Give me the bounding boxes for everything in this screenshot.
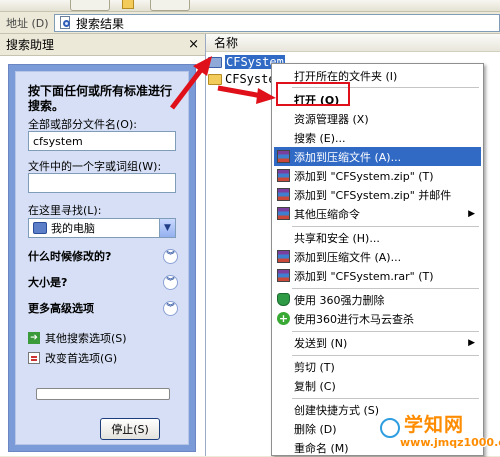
section-label: 大小是?: [28, 276, 68, 289]
toolbar: [0, 0, 500, 12]
winrar-icon: [277, 188, 290, 201]
change-preferences-link[interactable]: 改变首选项(G): [28, 350, 117, 366]
address-bar: 地址 (D) 搜索结果: [0, 12, 500, 34]
winrar-icon: [277, 150, 290, 163]
stop-button[interactable]: 停止(S): [100, 418, 160, 440]
menu-item-cut[interactable]: 剪切 (T): [274, 357, 481, 376]
menu-item-label: 添加到压缩文件 (A)...: [294, 250, 402, 264]
menu-item-label: 剪切 (T): [294, 360, 335, 374]
annotation-highlight-box: [276, 82, 350, 106]
watermark-logo-text: 学知网: [404, 414, 465, 436]
watermark-url: www.jmqz1000.com: [400, 436, 500, 449]
menu-item-label: 共享和安全 (H)...: [294, 231, 380, 245]
menu-item-send-to[interactable]: 发送到 (N) ▶: [274, 333, 481, 352]
winrar-icon: [277, 269, 290, 282]
menu-item-label: 复制 (C): [294, 379, 336, 393]
address-field[interactable]: 搜索结果: [54, 14, 500, 32]
pane-title: 搜索助理: [6, 38, 55, 52]
winrar-icon: [277, 169, 290, 182]
other-search-options-link[interactable]: ➔ 其他搜索选项(S): [28, 330, 127, 346]
section-advanced[interactable]: 更多高级选项 ︾: [28, 299, 178, 317]
submenu-arrow-icon: ▶: [468, 208, 475, 219]
look-in-label: 在这里寻找(L):: [28, 204, 102, 217]
folder-icon: [208, 73, 222, 85]
menu-item-add-to-rar[interactable]: 添加到 "CFSystem.rar" (T): [274, 266, 481, 285]
menu-item-search[interactable]: 搜索 (E)...: [274, 128, 481, 147]
section-label: 什么时候修改的?: [28, 250, 112, 263]
expand-chevron-icon[interactable]: ︾: [163, 248, 178, 264]
toolbar-button[interactable]: [70, 0, 110, 11]
plus-icon: +: [277, 312, 290, 325]
computer-icon: [33, 222, 47, 234]
menu-item-other-compress-commands[interactable]: 其他压缩命令 ▶: [274, 204, 481, 223]
menu-item-label: 发送到 (N): [294, 336, 348, 350]
address-text: 搜索结果: [76, 16, 125, 31]
menu-item-label: 创建快捷方式 (S): [294, 403, 380, 417]
menu-item-label: 删除 (D): [294, 422, 337, 436]
menu-item-label: 添加到压缩文件 (A)...: [294, 150, 402, 164]
menu-item-360-force-delete[interactable]: 使用 360强力删除: [274, 290, 481, 309]
expand-chevron-icon[interactable]: ︾: [163, 274, 178, 290]
column-label: 名称: [214, 36, 239, 50]
menu-item-add-to-zip-and-email[interactable]: 添加到 "CFSystem.zip" 并邮件: [274, 185, 481, 204]
section-label: 更多高级选项: [28, 302, 94, 315]
menu-item-label: 添加到 "CFSystem.zip" 并邮件: [294, 188, 452, 202]
link-label: 其他搜索选项(S): [45, 332, 127, 345]
menu-separator: [292, 355, 479, 356]
expand-chevron-icon[interactable]: ︾: [163, 300, 178, 316]
column-header-name[interactable]: 名称: [206, 34, 500, 52]
arrow-right-icon: ➔: [28, 332, 40, 344]
menu-item-label: 重命名 (M): [294, 441, 349, 455]
preferences-icon: [28, 352, 40, 364]
pane-header: 搜索助理 ×: [0, 34, 205, 56]
menu-item-explorer[interactable]: 资源管理器 (X): [274, 109, 481, 128]
folder-icon[interactable]: [122, 0, 134, 9]
submenu-arrow-icon: ▶: [468, 337, 475, 348]
menu-item-label: 使用 360强力删除: [294, 293, 385, 307]
menu-item-sharing-security[interactable]: 共享和安全 (H)...: [274, 228, 481, 247]
menu-item-360-trojan-scan[interactable]: + 使用360进行木马云查杀: [274, 309, 481, 328]
link-label: 改变首选项(G): [45, 352, 118, 365]
filename-label: 全部或部分文件名(O):: [28, 118, 137, 131]
filename-input[interactable]: [28, 131, 176, 151]
look-in-select[interactable]: 我的电脑 ▼: [28, 218, 176, 238]
watermark-logo-icon: [380, 418, 400, 438]
menu-item-add-to-zip[interactable]: 添加到 "CFSystem.zip" (T): [274, 166, 481, 185]
winrar-icon: [277, 207, 290, 220]
menu-item-label: 添加到 "CFSystem.zip" (T): [294, 169, 434, 183]
phrase-label: 文件中的一个字或词组(W):: [28, 160, 162, 173]
section-size[interactable]: 大小是? ︾: [28, 273, 178, 291]
menu-item-label: 使用360进行木马云查杀: [294, 312, 414, 326]
section-when-modified[interactable]: 什么时候修改的? ︾: [28, 247, 178, 265]
search-progress-bar: [36, 388, 170, 400]
menu-item-label: 其他压缩命令: [294, 207, 360, 221]
chevron-down-icon[interactable]: ▼: [159, 219, 175, 237]
menu-item-label: 资源管理器 (X): [294, 112, 369, 126]
menu-item-add-to-archive-2[interactable]: 添加到压缩文件 (A)...: [274, 247, 481, 266]
watermark: 学知网 www.jmqz1000.com: [370, 410, 500, 456]
menu-item-label: 搜索 (E)...: [294, 131, 346, 145]
phrase-input[interactable]: [28, 173, 176, 193]
menu-separator: [292, 288, 479, 289]
menu-item-add-to-archive[interactable]: 添加到压缩文件 (A)...: [274, 147, 481, 166]
menu-item-copy[interactable]: 复制 (C): [274, 376, 481, 395]
context-menu: 打开所在的文件夹 (I) 打开 (O) 资源管理器 (X) 搜索 (E)... …: [271, 63, 484, 456]
shield-icon: [277, 293, 290, 306]
search-results-icon: [58, 16, 72, 30]
address-label: 地址 (D): [6, 16, 49, 30]
search-intro: 按下面任何或所有标准进行搜索。: [28, 84, 173, 113]
winrar-icon: [277, 250, 290, 263]
menu-separator: [292, 331, 479, 332]
menu-separator: [292, 398, 479, 399]
menu-separator: [292, 226, 479, 227]
close-icon[interactable]: ×: [188, 37, 199, 52]
folder-icon: [208, 56, 222, 68]
look-in-value: 我的电脑: [51, 222, 95, 235]
toolbar-button[interactable]: [150, 0, 190, 11]
menu-item-label: 添加到 "CFSystem.rar" (T): [294, 269, 434, 283]
